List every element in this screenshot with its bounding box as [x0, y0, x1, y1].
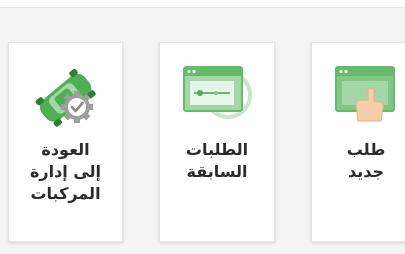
car-gear-icon — [31, 63, 101, 133]
card-label: طلب جديد — [312, 139, 405, 183]
card-label: الطلبات السابقة — [160, 139, 274, 183]
card-label: العودة إلى إدارة المركبات — [9, 139, 122, 205]
card-label-line: المركبات — [30, 184, 101, 203]
top-panel-edge — [0, 0, 405, 8]
card-label-line: جديد — [347, 162, 385, 181]
window-hand-icon — [334, 63, 398, 129]
card-label-line: العودة — [41, 140, 90, 159]
previous-requests-card[interactable]: الطلبات السابقة — [159, 42, 275, 242]
card-label-line: إلى إدارة — [29, 162, 102, 181]
card-label-line: السابقة — [186, 162, 248, 181]
window-clock-icon — [180, 63, 254, 125]
card-label-line: الطلبات — [185, 140, 249, 159]
new-request-card[interactable]: طلب جديد — [311, 42, 405, 242]
card-label-line: طلب — [346, 140, 386, 159]
return-to-vehicle-management-card[interactable]: العودة إلى إدارة المركبات — [8, 42, 123, 242]
